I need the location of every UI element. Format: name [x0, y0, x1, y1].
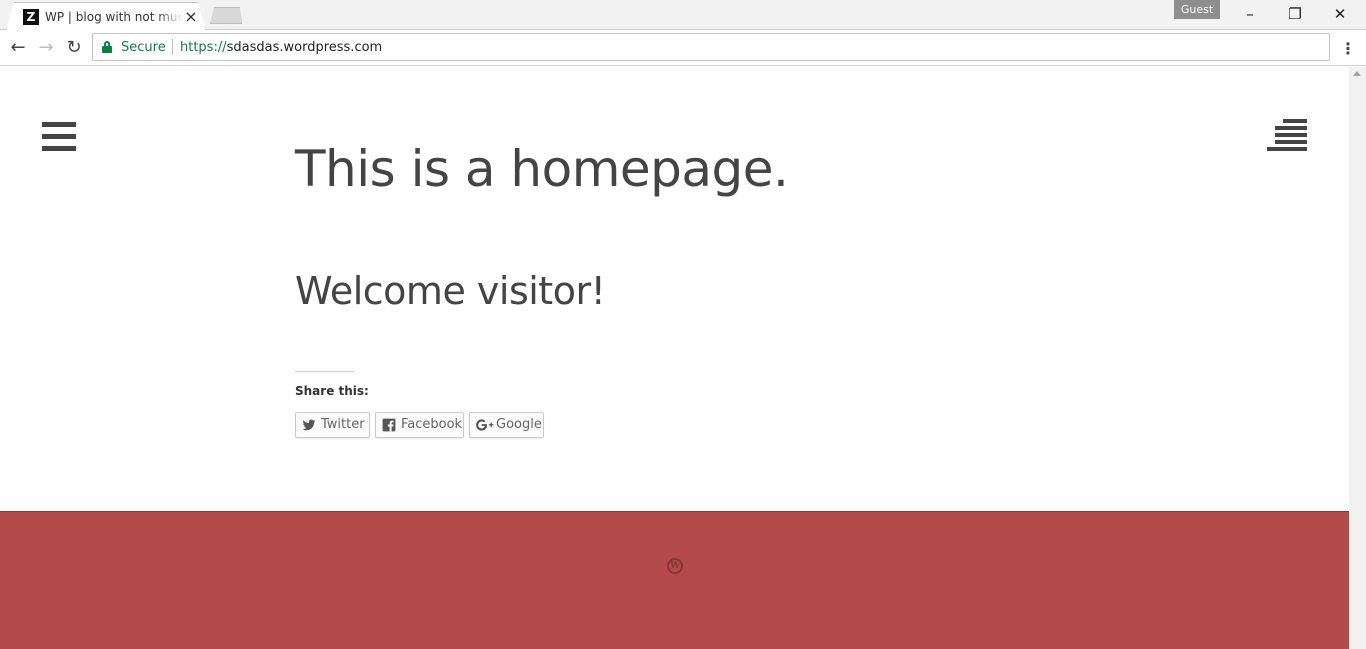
url-host: sdasdas.wordpress.com: [226, 40, 383, 55]
sidebar-toggle-icon[interactable]: [1267, 119, 1307, 153]
address-separator: [172, 39, 173, 55]
profile-guest-badge[interactable]: Guest: [1174, 0, 1220, 19]
share-google-label: Google: [496, 417, 542, 432]
share-label: Share this:: [295, 384, 369, 398]
share-divider: [295, 371, 354, 372]
page-title: This is a homepage.: [295, 140, 789, 198]
menu-toggle-icon[interactable]: [42, 122, 76, 152]
share-google-button[interactable]: Google: [469, 412, 544, 438]
share-facebook-label: Facebook: [401, 417, 463, 432]
welcome-heading: Welcome visitor!: [295, 269, 606, 313]
tab-close-icon[interactable]: ×: [183, 8, 199, 26]
tab-title-fade: [157, 7, 183, 27]
facebook-icon: [382, 418, 396, 432]
scroll-up-arrow-icon[interactable]: [1353, 71, 1361, 76]
wordpress-icon[interactable]: W: [667, 558, 683, 574]
address-bar[interactable]: Secure https://sdasdas.wordpress.com: [92, 33, 1330, 61]
new-tab-button[interactable]: [210, 7, 242, 24]
site-favicon-icon: Z: [23, 9, 39, 25]
share-twitter-label: Twitter: [321, 417, 365, 432]
share-facebook-button[interactable]: Facebook: [375, 412, 464, 438]
back-button[interactable]: ←: [6, 36, 30, 60]
page-viewport: This is a homepage. Welcome visitor! Sha…: [0, 67, 1349, 649]
close-window-button[interactable]: ✕: [1318, 3, 1362, 25]
browser-toolbar: ← → ↻ Secure https://sdasdas.wordpress.c…: [0, 30, 1366, 66]
url-text[interactable]: https://sdasdas.wordpress.com: [180, 39, 382, 56]
tab-strip: Z WP | blog with not much × Guest – ❐ ✕: [0, 0, 1366, 30]
reload-button[interactable]: ↻: [62, 36, 86, 60]
site-footer: W: [0, 511, 1349, 649]
google-plus-icon: [476, 418, 494, 432]
share-twitter-button[interactable]: Twitter: [295, 412, 370, 438]
minimize-button[interactable]: –: [1228, 3, 1272, 25]
url-scheme: https://: [180, 40, 227, 55]
lock-icon: [102, 41, 112, 53]
twitter-icon: [302, 418, 316, 432]
page-scrollbar[interactable]: [1349, 67, 1366, 649]
security-label: Secure: [121, 40, 166, 55]
browser-tab-active[interactable]: Z WP | blog with not much ×: [6, 2, 206, 30]
restore-button[interactable]: ❐: [1273, 3, 1317, 25]
browser-menu-icon[interactable]: ⋮: [1340, 39, 1356, 59]
forward-button[interactable]: →: [34, 36, 58, 60]
